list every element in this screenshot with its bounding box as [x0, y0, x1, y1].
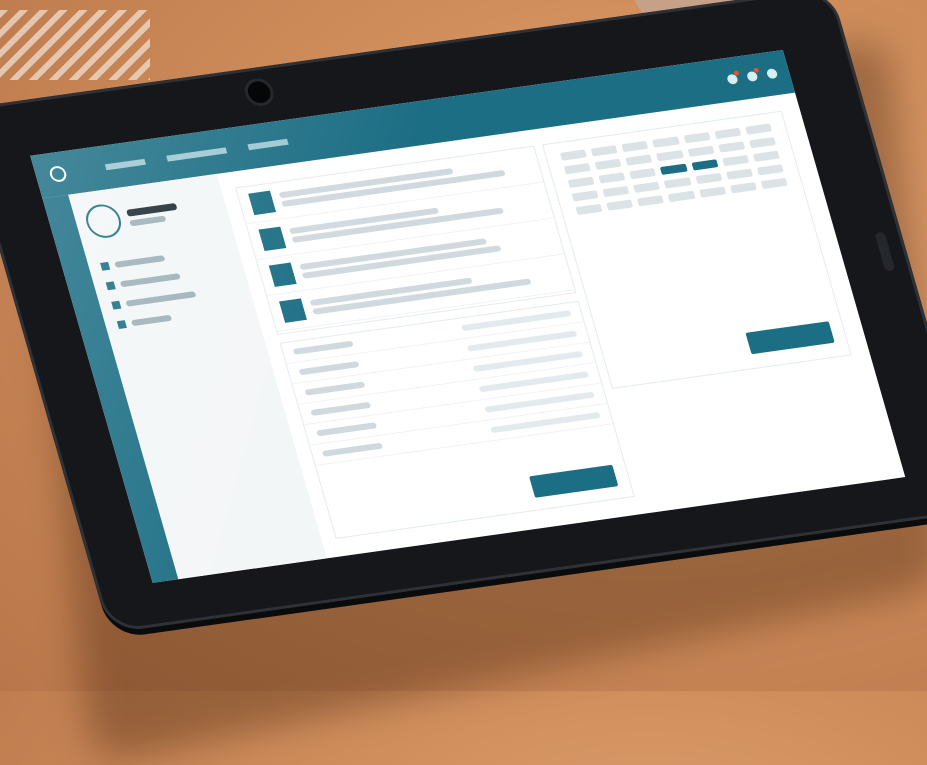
tablet-screen: [30, 49, 906, 583]
avatar: [81, 202, 126, 241]
app-logo: [47, 165, 69, 183]
user-name-placeholder: [125, 202, 178, 217]
notification-icon[interactable]: [726, 73, 739, 85]
user-role-placeholder: [128, 215, 167, 226]
messages-panel: [235, 145, 577, 336]
side-button: [874, 231, 896, 272]
details-panel: [279, 300, 635, 539]
nav-item[interactable]: [166, 147, 228, 162]
decorative-stripes: [0, 10, 150, 80]
logo-icon: [47, 165, 69, 183]
main-nav: [104, 138, 289, 171]
message-icon[interactable]: [745, 70, 759, 82]
date-badge: [248, 190, 277, 216]
calendar-button[interactable]: [745, 321, 835, 355]
date-badge: [258, 226, 287, 252]
action-button[interactable]: [529, 464, 619, 498]
date-badge: [279, 298, 307, 323]
nav-item[interactable]: [247, 138, 289, 151]
settings-icon[interactable]: [765, 68, 779, 80]
top-icons: [726, 68, 779, 85]
nav-item[interactable]: [104, 158, 147, 171]
date-badge: [268, 262, 297, 287]
calendar-grid: [543, 112, 804, 227]
camera-icon: [245, 80, 274, 105]
